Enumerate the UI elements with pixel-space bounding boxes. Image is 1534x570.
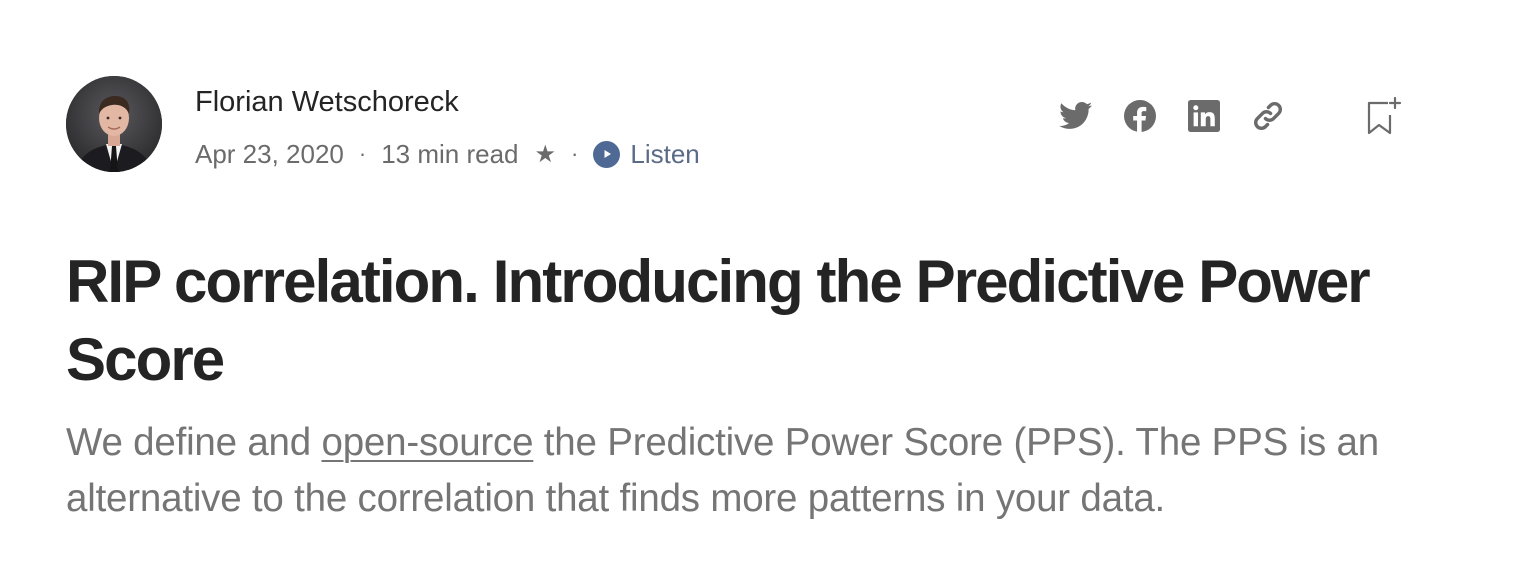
article-meta: Apr 23, 2020 · 13 min read ★ · Listen: [195, 136, 700, 172]
read-time: 13 min read: [381, 138, 519, 169]
open-source-link[interactable]: open-source: [321, 421, 533, 464]
author-photo: [66, 76, 162, 172]
publish-date: Apr 23, 2020: [195, 138, 344, 169]
meta-separator: ·: [571, 141, 579, 166]
twitter-icon[interactable]: [1058, 98, 1094, 134]
listen-button[interactable]: Listen: [593, 138, 700, 170]
linkedin-icon[interactable]: [1186, 98, 1222, 134]
author-avatar[interactable]: [66, 76, 162, 172]
author-name[interactable]: Florian Wetschoreck: [195, 84, 459, 120]
listen-label: Listen: [630, 138, 700, 169]
article-title: RIP correlation. Introducing the Predict…: [66, 248, 1371, 393]
bookmark-icon[interactable]: [1362, 95, 1402, 137]
member-star-icon: ★: [534, 140, 557, 168]
article-subtitle: We define and open-source the Predictive…: [66, 415, 1486, 527]
subtitle-text-before: We define and: [66, 421, 322, 464]
meta-separator: ·: [358, 141, 367, 166]
link-icon[interactable]: [1250, 98, 1286, 134]
play-icon: [593, 140, 621, 168]
facebook-icon[interactable]: [1122, 98, 1158, 134]
